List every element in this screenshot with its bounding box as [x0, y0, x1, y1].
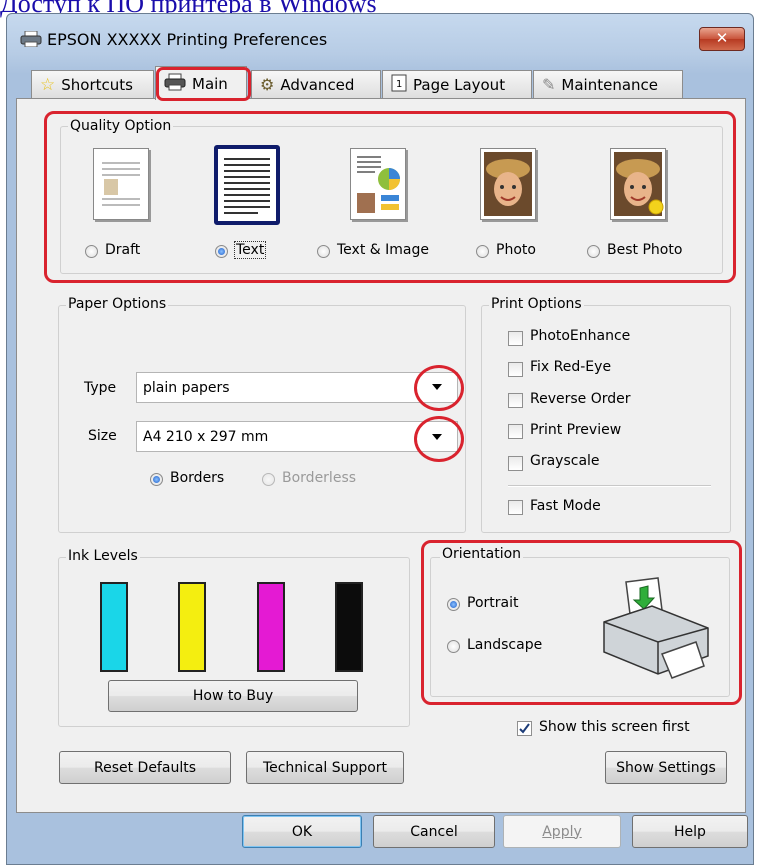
ink-levels-title: Ink Levels [66, 548, 140, 564]
how-to-buy-button[interactable]: How to Buy [108, 680, 358, 712]
print-preview-label: Print Preview [530, 422, 622, 438]
window-title: EPSON XXXXX Printing Preferences [47, 30, 328, 49]
borders-radio[interactable] [150, 473, 163, 486]
print-preview-checkbox[interactable] [508, 424, 523, 439]
fast-mode-label: Fast Mode [530, 498, 601, 514]
landscape-label: Landscape [467, 637, 543, 653]
reverse-order-label: Reverse Order [530, 391, 631, 407]
gears-icon: ⚙ [260, 75, 275, 94]
size-label: Size [88, 428, 117, 444]
technical-support-button[interactable]: Technical Support [246, 751, 404, 784]
best-photo-label: Best Photo [607, 242, 683, 258]
grayscale-label: Grayscale [530, 453, 600, 469]
paper-options-title: Paper Options [66, 296, 169, 312]
ok-button[interactable]: OK [242, 815, 362, 848]
yellow-ink-bar [178, 582, 206, 672]
apply-button[interactable]: Apply [503, 815, 621, 848]
borders-label: Borders [170, 470, 225, 486]
close-button[interactable]: ✕ [699, 27, 745, 51]
draft-page-icon [93, 148, 149, 220]
text-radio[interactable] [215, 245, 228, 258]
borderless-label: Borderless [282, 470, 357, 486]
printer-icon [20, 30, 42, 48]
draft-radio[interactable] [85, 245, 98, 258]
star-icon: ☆ [40, 74, 56, 95]
text-image-page-icon [350, 148, 406, 220]
tab-advanced[interactable]: ⚙ Advanced [251, 70, 381, 98]
borderless-radio[interactable] [262, 473, 275, 486]
reset-defaults-button[interactable]: Reset Defaults [59, 751, 231, 784]
text-image-label: Text & Image [337, 242, 429, 258]
paper-options-group [58, 305, 466, 533]
type-label: Type [84, 380, 117, 396]
best-photo-radio[interactable] [587, 245, 600, 258]
fix-red-eye-checkbox[interactable] [508, 362, 523, 377]
grayscale-checkbox[interactable] [508, 456, 523, 471]
show-screen-first-checkbox[interactable] [517, 721, 532, 736]
black-ink-bar [335, 582, 363, 672]
tab-page-layout[interactable]: 1 Page Layout [382, 70, 532, 98]
size-select[interactable]: A4 210 x 297 mm [136, 421, 458, 452]
main-tab-highlight [156, 67, 251, 101]
portrait-radio[interactable] [447, 598, 460, 611]
show-settings-button[interactable]: Show Settings [605, 751, 727, 784]
cancel-button[interactable]: Cancel [373, 815, 495, 848]
reverse-order-checkbox[interactable] [508, 393, 523, 408]
text-label: Text [233, 241, 267, 259]
printer-orientation-icon [596, 576, 714, 680]
photo-label: Photo [496, 242, 536, 258]
photo-radio[interactable] [476, 245, 489, 258]
cyan-ink-bar [100, 582, 128, 672]
fix-red-eye-label: Fix Red-Eye [530, 359, 612, 375]
draft-label: Draft [105, 242, 141, 258]
photo-page-icon [480, 148, 536, 220]
svg-text:1: 1 [396, 79, 402, 90]
size-dropdown-highlight [414, 416, 464, 462]
text-image-radio[interactable] [317, 245, 330, 258]
photoenhance-checkbox[interactable] [508, 331, 523, 346]
best-photo-page-icon [610, 148, 666, 220]
fast-mode-checkbox[interactable] [508, 500, 523, 515]
landscape-radio[interactable] [447, 640, 460, 653]
page-icon: 1 [391, 74, 407, 96]
photoenhance-label: PhotoEnhance [530, 328, 631, 344]
wrench-icon: ✎ [542, 75, 556, 94]
portrait-label: Portrait [467, 595, 519, 611]
type-dropdown-highlight [414, 365, 464, 411]
print-options-title: Print Options [489, 296, 584, 312]
show-screen-first-label: Show this screen first [539, 719, 690, 735]
magenta-ink-bar [257, 582, 285, 672]
tab-shortcuts[interactable]: ☆ Shortcuts [31, 70, 154, 98]
tab-maintenance[interactable]: ✎ Maintenance [533, 70, 683, 98]
text-page-icon [214, 145, 280, 225]
type-select[interactable]: plain papers [136, 372, 458, 403]
print-options-divider [508, 485, 711, 487]
help-button[interactable]: Help [632, 815, 748, 848]
